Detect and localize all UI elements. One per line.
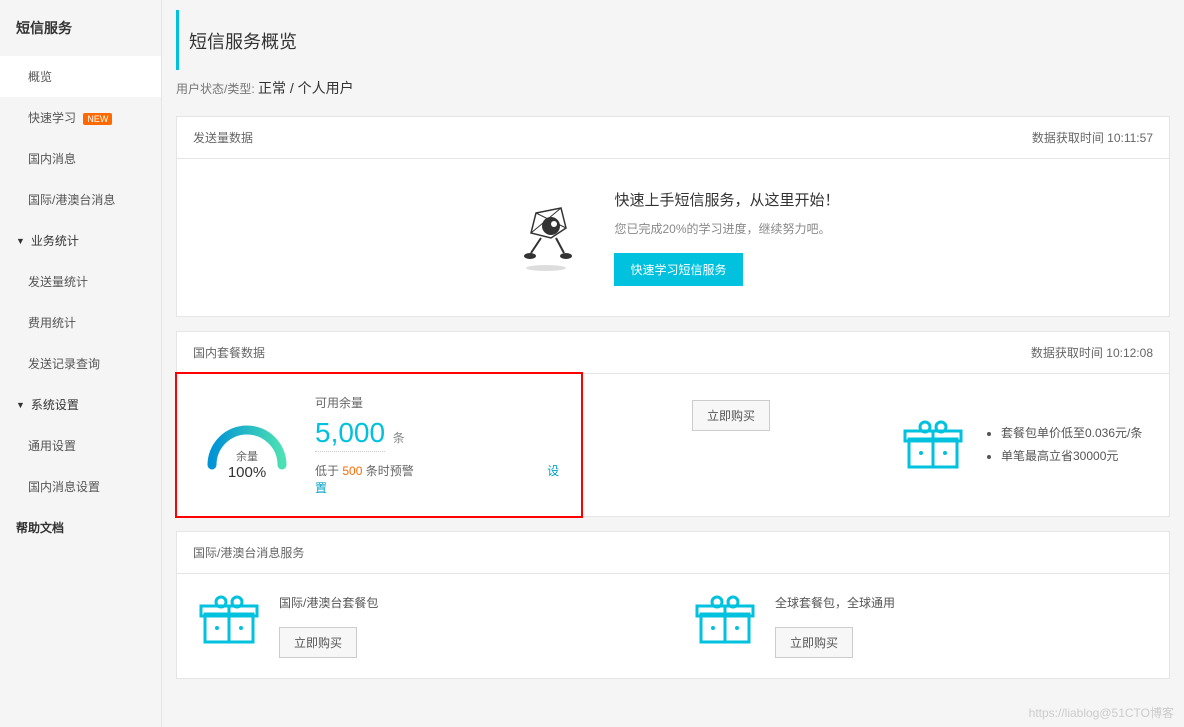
buy-button[interactable]: 立即购买 [279, 627, 357, 658]
sidebar-group-settings[interactable]: ▼ 系统设置 [0, 384, 161, 425]
buy-button[interactable]: 立即购买 [775, 627, 853, 658]
page-title: 短信服务概览 [176, 10, 1170, 70]
gauge-label: 余量 [236, 448, 258, 464]
global-pkg-label: 全球套餐包，全球通用 [775, 594, 895, 611]
watermark: https://liablog@51CTO博客 [1029, 704, 1174, 721]
sidebar-item-domestic[interactable]: 国内消息 [0, 138, 161, 179]
promo-desc: 您已完成20%的学习进度，继续努力吧。 [614, 220, 839, 237]
sidebar: 短信服务 概览 快速学习 NEW 国内消息 国际/港澳台消息 ▼ 业务统计 发送… [0, 0, 162, 727]
sidebar-item-domestic-settings[interactable]: 国内消息设置 [0, 466, 161, 507]
gauge-percent: 100% [228, 464, 266, 481]
available-label: 可用余量 [315, 394, 561, 411]
main-content: 短信服务概览 用户状态/类型: 正常 / 个人用户 发送量数据 数据获取时间 1… [162, 0, 1184, 727]
sidebar-item-intl[interactable]: 国际/港澳台消息 [0, 179, 161, 220]
chevron-down-icon: ▼ [16, 236, 25, 246]
intl-pkg-label: 国际/港澳台套餐包 [279, 594, 378, 611]
package-benefits: 套餐包单价低至0.036元/条 单笔最高立省30000元 [983, 422, 1142, 468]
sidebar-item-quicklearn[interactable]: 快速学习 NEW [0, 97, 161, 138]
sidebar-item-coststats[interactable]: 费用统计 [0, 302, 161, 343]
available-unit: 条 [393, 431, 405, 445]
promo-title: 快速上手短信服务，从这里开始！ [614, 189, 839, 210]
card-title: 发送量数据 [193, 129, 253, 146]
gift-icon [197, 594, 261, 646]
gauge: 余量 100% [197, 405, 297, 485]
fetch-time: 数据获取时间 10:11:57 [1032, 129, 1153, 146]
sidebar-item-sendlog[interactable]: 发送记录查询 [0, 343, 161, 384]
sidebar-item-overview[interactable]: 概览 [0, 56, 161, 97]
card-title: 国际/港澳台消息服务 [193, 544, 304, 561]
sidebar-group-stats[interactable]: ▼ 业务统计 [0, 220, 161, 261]
gift-icon [693, 594, 757, 646]
gift-icon [901, 419, 965, 471]
card-title: 国内套餐数据 [193, 344, 265, 361]
sidebar-item-help[interactable]: 帮助文档 [0, 507, 161, 548]
sidebar-title: 短信服务 [0, 0, 161, 56]
user-status: 用户状态/类型: 正常 / 个人用户 [176, 78, 1170, 98]
intl-service-card: 国际/港澳台消息服务 国际/港澳台套餐包 立即购买 [176, 531, 1170, 679]
new-badge: NEW [83, 113, 112, 125]
buy-button[interactable]: 立即购买 [692, 400, 770, 431]
domestic-package-card: 国内套餐数据 数据获取时间 10:12:08 [176, 331, 1170, 517]
available-amount: 5,000 [315, 417, 385, 452]
send-data-card: 发送量数据 数据获取时间 10:11:57 快速上手短信服务，从这里开始！ [176, 116, 1170, 317]
sidebar-item-general[interactable]: 通用设置 [0, 425, 161, 466]
quick-learn-button[interactable]: 快速学习短信服务 [614, 253, 742, 286]
chevron-down-icon: ▼ [16, 400, 25, 410]
robot-icon [506, 198, 586, 278]
fetch-time: 数据获取时间 10:12:08 [1031, 344, 1153, 361]
warning-text: 低于 500 条时预警 设置 [315, 462, 561, 496]
sidebar-item-sendstats[interactable]: 发送量统计 [0, 261, 161, 302]
